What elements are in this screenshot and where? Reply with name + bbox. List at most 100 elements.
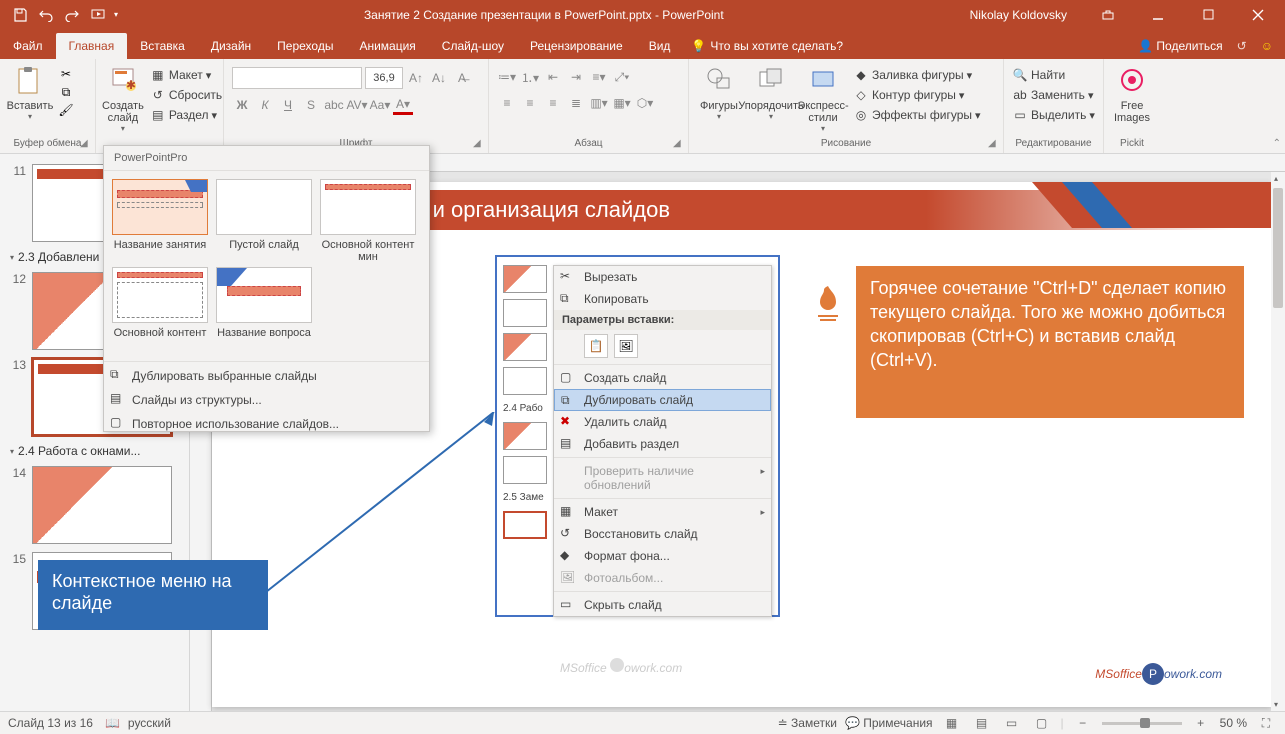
vertical-scrollbar[interactable]: ▴ ▾ — [1271, 172, 1285, 711]
tab-insert[interactable]: Вставка — [127, 33, 198, 59]
smartart-icon[interactable]: ⬡▾ — [635, 93, 655, 113]
tab-animations[interactable]: Анимация — [346, 33, 428, 59]
user-name[interactable]: Nikolay Koldovsky — [970, 8, 1067, 22]
font-name-combo[interactable] — [232, 67, 362, 89]
indent-dec-icon[interactable]: ⇤ — [543, 67, 563, 87]
spellcheck-icon[interactable]: 📖 — [105, 716, 120, 730]
align-left-icon[interactable]: ≡ — [497, 93, 517, 113]
font-launcher[interactable]: ◢ — [473, 138, 485, 150]
tab-design[interactable]: Дизайн — [198, 33, 264, 59]
undo-icon[interactable] — [36, 5, 56, 25]
text-direction-icon[interactable]: ⤢▾ — [612, 67, 632, 87]
tab-home[interactable]: Главная — [56, 33, 128, 59]
spacing-icon[interactable]: AV▾ — [347, 95, 367, 115]
emoji-icon[interactable]: ☺ — [1261, 39, 1273, 53]
ctx-hide-slide[interactable]: ▭Скрыть слайд — [554, 594, 771, 616]
align-center-icon[interactable]: ≡ — [520, 93, 540, 113]
ctx-add-section[interactable]: ▤Добавить раздел — [554, 433, 771, 455]
numbering-icon[interactable]: ⒈▾ — [520, 67, 540, 87]
ctx-duplicate-slide[interactable]: ⧉Дублировать слайд — [554, 389, 771, 411]
tab-file[interactable]: Файл — [0, 33, 56, 59]
tell-me[interactable]: 💡Что вы хотите сделать? — [691, 39, 843, 59]
copy-icon[interactable]: ⧉ — [58, 84, 74, 100]
reading-view-icon[interactable]: ▭ — [1001, 714, 1023, 732]
bullets-icon[interactable]: ≔▾ — [497, 67, 517, 87]
shadow-icon[interactable]: abc — [324, 95, 344, 115]
duplicate-selected-slides[interactable]: ⧉Дублировать выбранные слайды — [104, 364, 429, 388]
slideshow-view-icon[interactable]: ▢ — [1031, 714, 1053, 732]
grow-font-icon[interactable]: A↑ — [406, 68, 426, 88]
share-button[interactable]: 👤 Поделиться — [1138, 39, 1223, 53]
close-button[interactable] — [1235, 0, 1281, 29]
paragraph-launcher[interactable]: ◢ — [673, 138, 685, 150]
minimize-button[interactable] — [1135, 0, 1181, 29]
underline-icon[interactable]: Ч — [278, 95, 298, 115]
shrink-font-icon[interactable]: A↓ — [429, 68, 449, 88]
align-text-icon[interactable]: ▦▾ — [612, 93, 632, 113]
collapse-ribbon-icon[interactable]: ⌃ — [1273, 138, 1281, 149]
slides-from-outline[interactable]: ▤Слайды из структуры... — [104, 388, 429, 412]
replace-button[interactable]: abЗаменить ▾ — [1010, 86, 1097, 104]
new-slide-button[interactable]: ✱ Создать слайд ▾ — [102, 62, 144, 151]
ctx-delete-slide[interactable]: ✖Удалить слайд — [554, 411, 771, 433]
slideshow-icon[interactable] — [88, 5, 108, 25]
ctx-restore-slide[interactable]: ↺Восстановить слайд — [554, 523, 771, 545]
layout-button[interactable]: ▦Макет ▾ — [148, 66, 224, 84]
layout-item-0[interactable]: Название занятия — [110, 179, 210, 263]
shape-effects-button[interactable]: ◎Эффекты фигуры ▾ — [851, 106, 983, 124]
shape-fill-button[interactable]: ◆Заливка фигуры ▾ — [851, 66, 983, 84]
reset-button[interactable]: ↺Сбросить — [148, 86, 224, 104]
ctx-copy[interactable]: ⧉Копировать — [554, 288, 771, 310]
select-button[interactable]: ▭Выделить ▾ — [1010, 106, 1097, 124]
ctx-cut[interactable]: ✂Вырезать — [554, 266, 771, 288]
layout-item-4[interactable]: Название вопроса — [214, 267, 314, 351]
find-button[interactable]: 🔍Найти — [1010, 66, 1097, 84]
align-right-icon[interactable]: ≡ — [543, 93, 563, 113]
clear-format-icon[interactable]: A̶ — [452, 68, 472, 88]
cut-icon[interactable]: ✂ — [58, 66, 74, 82]
scroll-up-icon[interactable]: ▴ — [1274, 174, 1278, 183]
scrollbar-thumb[interactable] — [1273, 188, 1283, 308]
section-2-4[interactable]: ▾2.4 Работа с окнами... — [0, 440, 189, 462]
layout-item-1[interactable]: Пустой слайд — [214, 179, 314, 263]
tab-review[interactable]: Рецензирование — [517, 33, 636, 59]
case-icon[interactable]: Aa▾ — [370, 95, 390, 115]
maximize-button[interactable] — [1185, 0, 1231, 29]
save-icon[interactable] — [10, 5, 30, 25]
notes-button[interactable]: ≐ Заметки — [778, 716, 837, 730]
zoom-slider[interactable] — [1102, 722, 1182, 725]
tab-view[interactable]: Вид — [636, 33, 684, 59]
thumbnail-14[interactable]: 14 — [0, 462, 189, 548]
ribbon-options-icon[interactable] — [1085, 0, 1131, 29]
italic-icon[interactable]: К — [255, 95, 275, 115]
paste-option-picture[interactable]: 🖼 — [614, 334, 638, 358]
scroll-down-icon[interactable]: ▾ — [1274, 700, 1278, 709]
layout-item-3[interactable]: Основной контент — [110, 267, 210, 351]
format-painter-icon[interactable]: 🖌 — [58, 102, 74, 118]
sorter-view-icon[interactable]: ▤ — [971, 714, 993, 732]
justify-icon[interactable]: ≣ — [566, 93, 586, 113]
section-button[interactable]: ▤Раздел ▾ — [148, 106, 224, 124]
zoom-out-icon[interactable]: − — [1072, 714, 1094, 732]
redo-icon[interactable] — [62, 5, 82, 25]
font-color-icon[interactable]: A▾ — [393, 95, 413, 115]
clipboard-launcher[interactable]: ◢ — [80, 138, 92, 150]
history-icon[interactable]: ↺ — [1237, 39, 1247, 53]
zoom-in-icon[interactable]: + — [1190, 714, 1212, 732]
tab-transitions[interactable]: Переходы — [264, 33, 346, 59]
fit-window-icon[interactable]: ⛶ — [1255, 714, 1277, 732]
ctx-layout[interactable]: ▦Макет▸ — [554, 501, 771, 523]
zoom-level[interactable]: 50 % — [1220, 716, 1247, 730]
ctx-new-slide[interactable]: ▢Создать слайд — [554, 367, 771, 389]
normal-view-icon[interactable]: ▦ — [941, 714, 963, 732]
drawing-launcher[interactable]: ◢ — [988, 138, 1000, 150]
font-size-combo[interactable]: 36,9 — [365, 67, 403, 89]
paste-option-theme[interactable]: 📋 — [584, 334, 608, 358]
line-spacing-icon[interactable]: ≡▾ — [589, 67, 609, 87]
strike-icon[interactable]: S — [301, 95, 321, 115]
indent-inc-icon[interactable]: ⇥ — [566, 67, 586, 87]
reuse-slides[interactable]: ▢Повторное использование слайдов... — [104, 412, 429, 436]
layout-item-2[interactable]: Основной контент мин — [318, 179, 418, 263]
tab-slideshow[interactable]: Слайд-шоу — [429, 33, 517, 59]
comments-button[interactable]: 💬 Примечания — [845, 716, 933, 730]
